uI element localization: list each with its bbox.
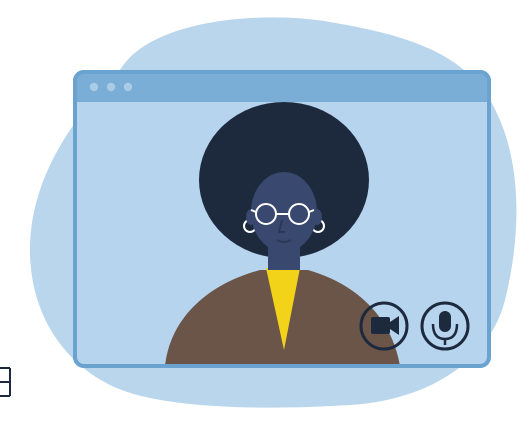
face	[251, 172, 317, 252]
edge-bracket	[0, 367, 11, 397]
video-call-illustration	[0, 17, 517, 408]
window-titlebar	[77, 74, 487, 102]
browser-window	[73, 70, 491, 368]
video-camera-icon	[371, 316, 399, 335]
right-ear	[312, 209, 322, 225]
window-dot-3	[123, 82, 133, 92]
window-dot-2	[106, 82, 116, 92]
window-dot-1	[89, 82, 99, 92]
